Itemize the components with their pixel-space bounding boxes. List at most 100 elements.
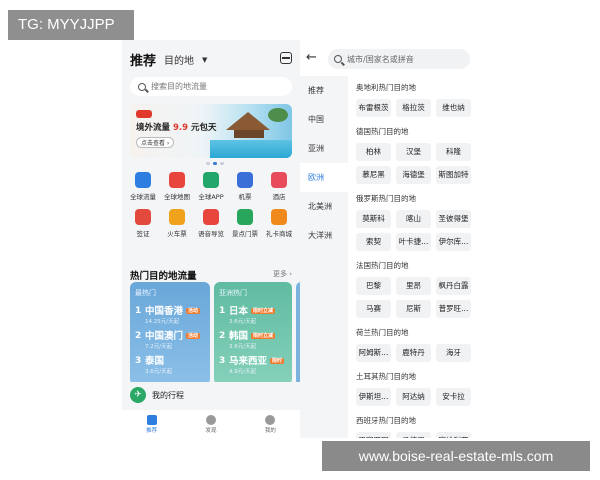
recommend-icon — [146, 414, 157, 425]
city-chip[interactable]: 伊尔库... — [436, 233, 471, 251]
city-chip[interactable]: 慕尼黑 — [356, 166, 391, 184]
hotel-icon — [271, 172, 287, 188]
service-item[interactable]: 全球地图 — [160, 172, 194, 201]
city-search-input[interactable]: 城市/国家名或拼音 — [328, 49, 470, 69]
banner-title: 境外流量 9.9 元包天 — [136, 123, 217, 133]
service-item[interactable]: 签证 — [126, 209, 160, 238]
city-chips: 阿姆斯... 鹿特丹 海牙 — [356, 344, 476, 362]
service-label: 火车票 — [167, 230, 187, 238]
hut-roof-image — [226, 112, 270, 130]
city-chip[interactable]: 巴黎 — [356, 277, 391, 295]
rank-number: 3 — [135, 356, 142, 366]
destination-row[interactable]: 2 中国澳门 活动 7.2元/天起 — [135, 331, 205, 350]
service-label: 机票 — [238, 193, 252, 201]
city-chip[interactable]: 叶卡捷... — [396, 233, 431, 251]
city-chip[interactable]: 斯图加特 — [436, 166, 471, 184]
destination-row[interactable]: 3 泰国 3.6元/天起 — [135, 356, 205, 375]
promo-banner[interactable]: 境外流量 9.9 元包天 点击查看 › — [130, 104, 292, 158]
service-item[interactable]: 全球流量 — [126, 172, 160, 201]
region-nav-item[interactable]: 推荐 — [300, 76, 348, 105]
service-label: 全球地图 — [164, 193, 190, 201]
city-chip[interactable]: 喀山 — [396, 210, 431, 228]
destination-name: 马来西亚 — [229, 356, 268, 367]
city-chip[interactable]: 尼斯 — [396, 300, 431, 318]
tab-recommend-title[interactable]: 推荐 — [130, 50, 156, 69]
service-label: 礼卡商城 — [266, 230, 292, 238]
hot-destinations-title: 热门目的地流量 — [130, 271, 197, 282]
city-chip[interactable]: 索契 — [356, 233, 391, 251]
region-nav-item[interactable]: 大洋洲 — [300, 221, 348, 250]
app-bag-icon — [203, 172, 219, 188]
service-item[interactable]: 机票 — [228, 172, 262, 201]
search-icon — [138, 82, 146, 91]
city-chip[interactable]: 马德里 — [396, 432, 431, 438]
tab-recommend[interactable]: 推荐 — [146, 414, 157, 434]
destination-row[interactable]: 1 中国香港 活动 14.25元/天起 — [135, 306, 205, 325]
more-link[interactable]: 更多 › — [273, 269, 292, 279]
hot-card-asia[interactable]: 亚洲热门 1 日本 限时立减 3.6元/天起 2 韩国 限时立减 3.6元/天起 3 马来西亚 限时… — [214, 282, 292, 385]
city-chip[interactable]: 海牙 — [436, 344, 471, 362]
service-item[interactable]: 景点门票 — [228, 209, 262, 238]
region-nav-item[interactable]: 北美洲 — [300, 192, 348, 221]
rank-number: 2 — [219, 331, 226, 341]
price-text: 3.6元/天起 — [229, 319, 257, 325]
service-label: 酒店 — [272, 193, 286, 201]
destination-screen: ← 城市/国家名或拼音 推荐 中国 亚洲 欧洲 北美洲 大洋洲 奥地利热门目的地 布雷根茨格… — [300, 40, 478, 438]
city-chip[interactable]: 塞维利亚 — [436, 432, 471, 438]
region-nav-item[interactable]: 中国 — [300, 105, 348, 134]
city-chip[interactable]: 莫斯科 — [356, 210, 391, 228]
tab-profile[interactable]: 我的 — [265, 414, 276, 434]
tg-label: TG: MYYJJPP — [8, 10, 134, 40]
region-nav-item[interactable]: 亚洲 — [300, 134, 348, 163]
city-chip[interactable]: 汉堡 — [396, 143, 431, 161]
promo-tag: 活动 — [186, 333, 201, 339]
region-nav: 推荐 中国 亚洲 欧洲 北美洲 大洋洲 — [300, 76, 348, 438]
city-chips: 柏林 汉堡 科隆慕尼黑 海德堡 斯图加特 — [356, 143, 476, 184]
city-chip[interactable]: 安卡拉 — [436, 388, 471, 406]
city-chip[interactable]: 阿达纳 — [396, 388, 431, 406]
home-screen: 推荐 目的地 ▼ 搜索目的地流量 境外流量 9.9 元包天 点击查看 › 全球流… — [122, 40, 300, 438]
service-item[interactable]: 火车票 — [160, 209, 194, 238]
tab-discover[interactable]: 发现 — [205, 414, 217, 434]
price-text: 3.6元/天起 — [229, 344, 257, 350]
service-label: 全球APP — [198, 193, 224, 201]
city-chip[interactable]: 维也纳 — [436, 99, 471, 117]
city-chip[interactable]: 海德堡 — [396, 166, 431, 184]
back-arrow-icon[interactable]: ← — [306, 51, 317, 64]
city-chip[interactable]: 普罗旺... — [436, 300, 471, 318]
caret-down-icon: ▼ — [202, 55, 208, 64]
section-title: 德国热门目的地 — [356, 127, 409, 136]
city-chip[interactable]: 柏林 — [356, 143, 391, 161]
my-trip-bar[interactable]: ✈ 我的行程 — [122, 382, 300, 408]
hot-card-top[interactable]: 最热门 1 中国香港 活动 14.25元/天起 2 中国澳门 活动 7.2元/天起 3 泰国 3.6… — [130, 282, 210, 385]
section-title: 荷兰热门目的地 — [356, 328, 409, 337]
search-input[interactable]: 搜索目的地流量 — [130, 77, 292, 96]
city-chips: 伊斯坦... 阿达纳 安卡拉 — [356, 388, 476, 406]
city-chip[interactable]: 鹿特丹 — [396, 344, 431, 362]
city-chip[interactable]: 圣彼得堡 — [436, 210, 471, 228]
city-chip[interactable]: 巴塞罗那 — [356, 432, 391, 438]
city-chip[interactable]: 阿姆斯... — [356, 344, 391, 362]
city-chip[interactable]: 马赛 — [356, 300, 391, 318]
service-item[interactable]: 全球APP — [194, 172, 228, 201]
city-chip[interactable]: 布雷根茨 — [356, 99, 391, 117]
city-chip[interactable]: 里昂 — [396, 277, 431, 295]
airplane-icon — [237, 172, 253, 188]
banner-button[interactable]: 点击查看 › — [136, 137, 175, 148]
destination-row[interactable]: 3 马来西亚 限时 4.9元/天起 — [219, 356, 287, 375]
region-nav-item[interactable]: 欧洲 — [300, 163, 348, 192]
destination-name: 日本 — [229, 306, 249, 317]
section-title: 西班牙热门目的地 — [356, 416, 416, 425]
city-chip[interactable]: 科隆 — [436, 143, 471, 161]
destination-row[interactable]: 2 韩国 限时立减 3.6元/天起 — [219, 331, 287, 350]
tab-destination[interactable]: 目的地 — [164, 52, 194, 67]
city-chip[interactable]: 枫丹白露 — [436, 277, 471, 295]
service-item[interactable]: 酒店 — [262, 172, 296, 201]
service-item[interactable]: 礼卡商城 — [262, 209, 296, 238]
destination-row[interactable]: 1 日本 限时立减 3.6元/天起 — [219, 306, 287, 325]
scan-icon[interactable] — [280, 52, 292, 64]
city-chip[interactable]: 伊斯坦... — [356, 388, 391, 406]
country-section: 西班牙热门目的地巴塞罗那马德里塞维利亚 — [356, 415, 476, 438]
city-chip[interactable]: 格拉茨 — [396, 99, 431, 117]
service-item[interactable]: 语音导览 — [194, 209, 228, 238]
